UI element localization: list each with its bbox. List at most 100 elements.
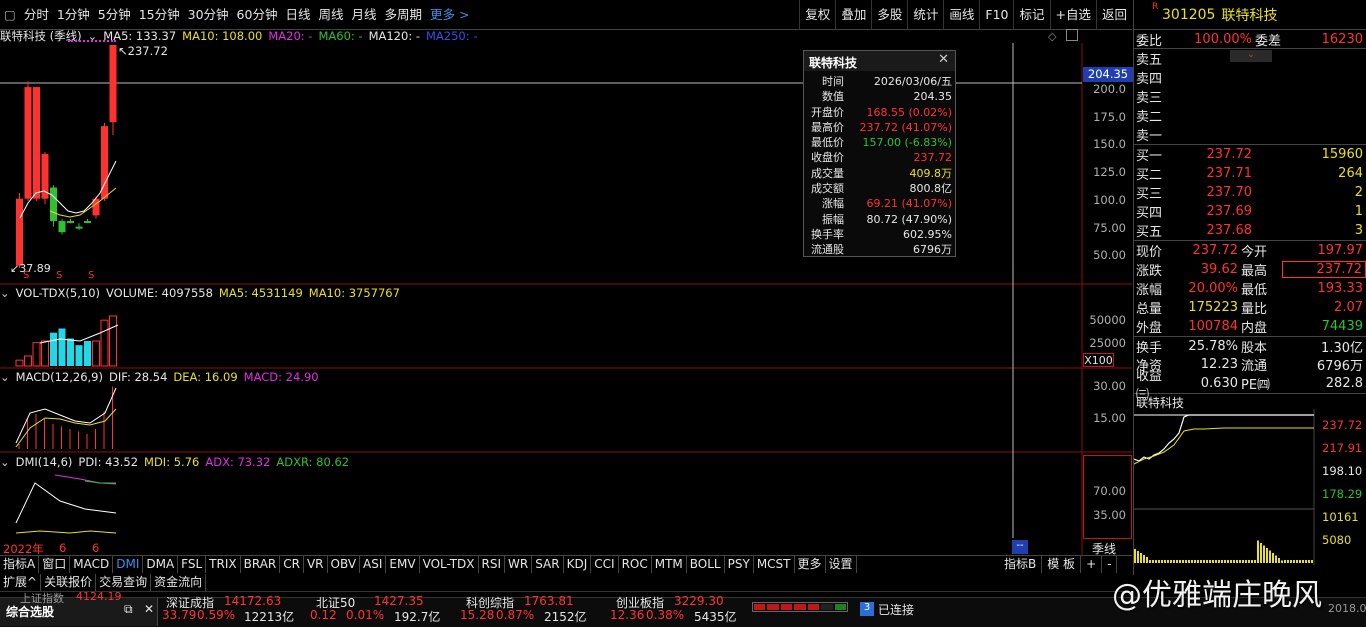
index-name[interactable]: 上证指数 xyxy=(20,590,64,606)
period-tab[interactable]: 日线 xyxy=(281,0,314,30)
dropdown-icon[interactable]: ⌄ xyxy=(0,455,10,469)
maximize-icon[interactable] xyxy=(1066,29,1078,41)
dif-value: DIF: 28.54 xyxy=(108,370,168,384)
indicator-tab[interactable]: 设置 xyxy=(826,556,857,573)
period-tab[interactable]: 分时 xyxy=(20,0,53,30)
popout-icon[interactable]: ⧉ xyxy=(124,602,133,617)
indicator-tab[interactable]: FSL xyxy=(178,556,207,573)
high-label: ↖237.72 xyxy=(118,44,168,58)
panel-tab[interactable]: 指标B xyxy=(999,556,1043,573)
period-tab[interactable]: 15分钟 xyxy=(135,0,184,30)
close-icon[interactable]: ✕ xyxy=(938,52,949,67)
indicator-tab[interactable]: TRIX xyxy=(206,556,241,573)
index-name[interactable]: 深证成指 xyxy=(166,594,214,611)
indicator-tab[interactable]: BOLL xyxy=(687,556,725,573)
period-tabs: 分时 1分钟 5分钟 15分钟 30分钟 60分钟 日线 周线 月线 多周期 xyxy=(20,0,426,30)
stat-row: 换手 25.78% 股本 1.30亿 xyxy=(1134,336,1366,356)
tool-button[interactable]: F10 xyxy=(979,0,1013,30)
indicator-tab[interactable]: DMI xyxy=(113,556,144,573)
indicator-tab[interactable]: 指标A xyxy=(0,556,40,573)
tool-button[interactable]: 标记 xyxy=(1013,0,1049,30)
more-periods-button[interactable]: 更多 > xyxy=(426,0,473,30)
bid-row: 买四 237.69 1 xyxy=(1134,202,1366,221)
stat-row: 涨幅 20.00% 最低 193.33 xyxy=(1134,279,1366,298)
period-tab[interactable]: 1分钟 xyxy=(53,0,94,30)
indicator-tab[interactable]: VOL-TDX xyxy=(420,556,479,573)
index-amount: 5435亿 xyxy=(694,610,737,624)
indicator-tab[interactable]: EMV xyxy=(386,556,420,573)
indicator-tab[interactable]: PSY xyxy=(725,556,754,573)
tooltip-key: 最低价 xyxy=(811,136,844,150)
sub-tab[interactable]: 交易查询 xyxy=(96,574,152,591)
indicator-tab[interactable]: DMA xyxy=(143,556,179,573)
ask-label: 卖五 xyxy=(1136,53,1163,68)
tooltip-value: 6796万 xyxy=(913,243,952,257)
indicator-tab[interactable]: RSI xyxy=(479,556,506,573)
indicator-tab[interactable]: MTM xyxy=(652,556,687,573)
period-tab[interactable]: 5分钟 xyxy=(94,0,135,30)
tool-button[interactable]: 复权 xyxy=(799,0,835,30)
tool-button[interactable]: 画线 xyxy=(943,0,979,30)
indicator-tab[interactable]: 窗口 xyxy=(39,556,71,573)
sub-tab[interactable]: 扩展^ xyxy=(0,574,42,591)
tooltip-row: 成交量 409.8万 xyxy=(804,166,955,181)
price-axis-label: 125.0 xyxy=(1093,165,1126,179)
tool-button[interactable]: 多股 xyxy=(871,0,907,30)
tooltip-value: 168.55 (0.02%) xyxy=(866,105,952,119)
mini-volume-bar xyxy=(1218,560,1220,563)
indicator-tab[interactable]: SAR xyxy=(532,556,564,573)
r-badge: R xyxy=(1152,2,1159,12)
indicator-tab[interactable]: KDJ xyxy=(564,556,592,573)
indicator-tab[interactable]: CR xyxy=(280,556,304,573)
indicator-tabs: 指标A 窗口 MACD DMI DMA FSL TRIX BRAR CR VR OBV ASI EMV V… xyxy=(0,555,1132,573)
mini-volume-bar xyxy=(1209,560,1211,563)
collapse-icon[interactable]: ⌄ xyxy=(1230,50,1272,62)
indicator-tab[interactable]: WR xyxy=(505,556,533,573)
bid-label: 买五 xyxy=(1136,225,1163,240)
tool-button[interactable]: 统计 xyxy=(907,0,943,30)
dif-line xyxy=(15,387,117,444)
sub-tab[interactable]: 资金流向 xyxy=(151,574,207,591)
indicator-tab[interactable]: ROC xyxy=(619,556,652,573)
period-tab[interactable]: 多周期 xyxy=(381,0,427,30)
panel-tab[interactable]: + xyxy=(1081,556,1103,573)
tooltip-key: 最高价 xyxy=(811,120,844,134)
tool-button[interactable]: 返回 xyxy=(1095,0,1132,30)
dropdown-icon[interactable]: ⌄ xyxy=(0,286,10,300)
macd-axis-label: 15.00 xyxy=(1093,411,1126,425)
ask-row: 卖二 xyxy=(1134,106,1366,125)
period-toolbar: ▢ 分时 1分钟 5分钟 15分钟 30分钟 60分钟 日线 周线 月线 多周期 更多 > 复权叠… xyxy=(0,0,1132,30)
sub-tab[interactable]: 关联报价 xyxy=(41,574,97,591)
close-icon[interactable]: ✕ xyxy=(144,602,154,616)
indicator-tab[interactable]: CCI xyxy=(591,556,619,573)
period-tab[interactable]: 30分钟 xyxy=(184,0,233,30)
period-tab[interactable]: 60分钟 xyxy=(233,0,282,30)
candle-body xyxy=(75,226,83,229)
s-marker: S xyxy=(23,270,30,281)
period-tab[interactable]: 周线 xyxy=(314,0,347,30)
indicator-tab[interactable]: 更多 xyxy=(795,556,826,573)
stat-value: 100784 xyxy=(1188,319,1238,334)
mini-volume-bar xyxy=(1275,555,1277,563)
tool-button[interactable]: +自选 xyxy=(1049,0,1096,30)
market-breadth-bar xyxy=(752,602,848,612)
period-tab[interactable]: 月线 xyxy=(347,0,380,30)
tooltip-row: 流通股 6796万 xyxy=(804,242,955,257)
indicator-tab[interactable]: OBV xyxy=(328,556,361,573)
index-amount: 2152亿 xyxy=(544,610,587,624)
indicator-tab[interactable]: BRAR xyxy=(241,556,281,573)
window-icon[interactable]: ▢ xyxy=(0,0,20,30)
index-value: 1763.81 xyxy=(524,594,574,608)
diamond-icon[interactable]: ◇ xyxy=(1048,30,1056,43)
indicator-tab[interactable]: MACD xyxy=(70,556,114,573)
tool-button[interactable]: 叠加 xyxy=(835,0,871,30)
s-marker: S xyxy=(88,270,95,281)
dropdown-icon[interactable]: ⌄ xyxy=(0,370,10,384)
mini-volume-bar xyxy=(1194,560,1196,563)
indicator-tab[interactable]: ASI xyxy=(360,556,387,573)
indicator-tab[interactable]: VR xyxy=(304,556,328,573)
vol-indicator-name: VOL-TDX(5,10) xyxy=(15,286,100,300)
panel-tab[interactable]: 模 板 xyxy=(1042,556,1082,573)
dmi-axis-label: 70.00 xyxy=(1093,484,1126,498)
indicator-tab[interactable]: MCST xyxy=(754,556,795,573)
